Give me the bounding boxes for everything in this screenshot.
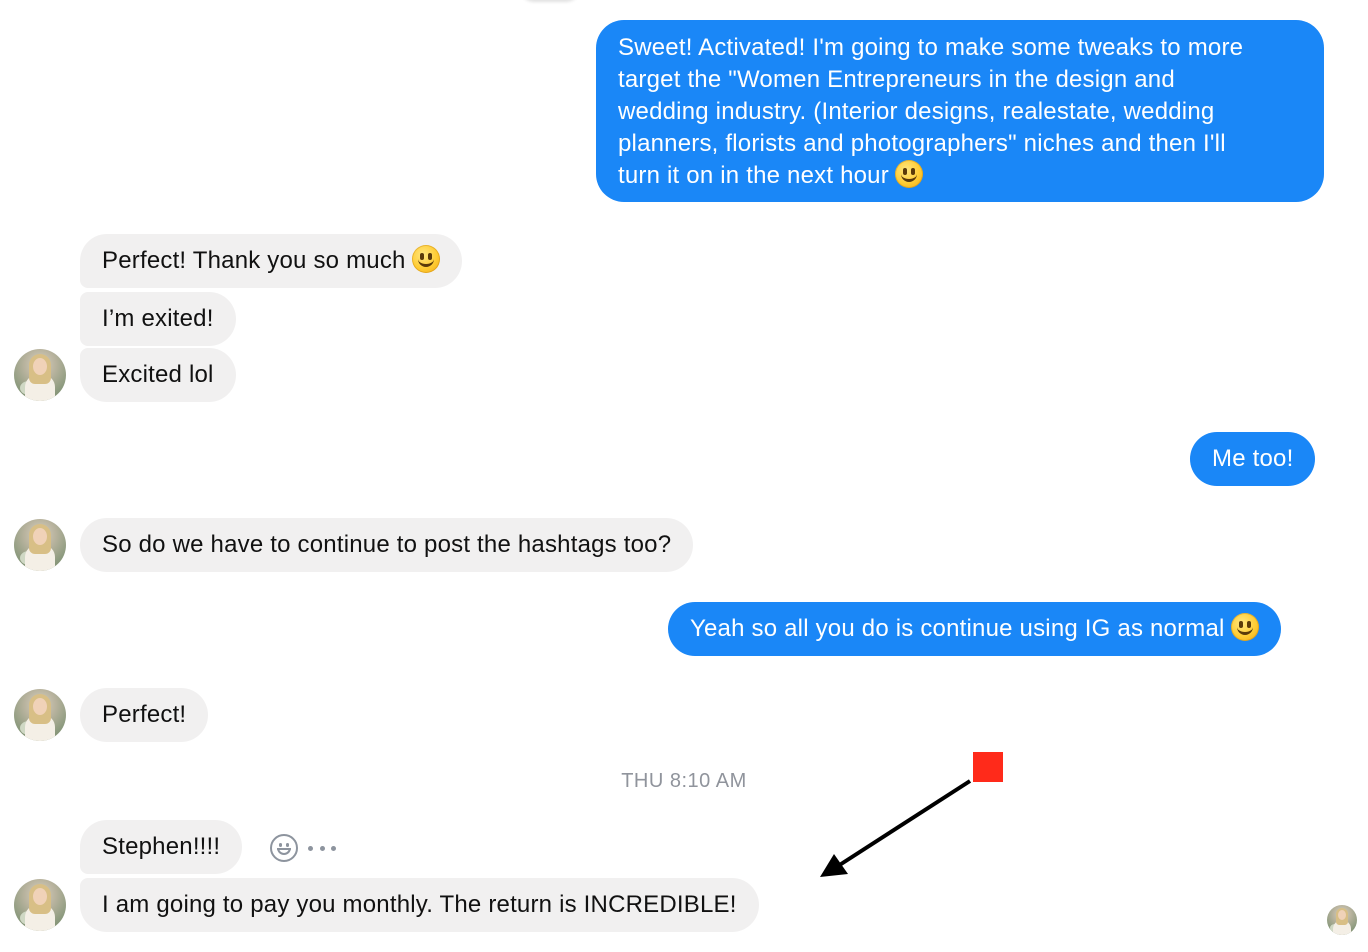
message-line: target the "Women Entrepreneurs in the d… [618,66,1175,93]
message-incoming[interactable]: I’m exited! [80,292,236,346]
seen-receipt-avatar [1327,905,1357,935]
message-incoming[interactable]: Perfect! [80,688,209,742]
timestamp-divider: THU 8:10 AM [621,770,747,792]
arrow-shaft [836,779,972,868]
message-text: I am going to pay you monthly. The retur… [102,891,737,918]
smiley-reaction-icon[interactable] [270,834,298,862]
annotation-marker [973,752,1003,782]
message-text: Yeah so all you do is continue using IG … [690,615,1225,642]
message-outgoing[interactable]: Sweet! Activated! I'm going to make some… [596,20,1324,202]
message-line: planners, florists and photographers" ni… [618,130,1226,157]
contact-avatar[interactable] [14,519,66,571]
message-text: Perfect! Thank you so much [102,247,406,274]
message-outgoing[interactable]: Yeah so all you do is continue using IG … [668,602,1281,656]
contact-avatar[interactable] [14,689,66,741]
message-incoming[interactable]: I am going to pay you monthly. The retur… [80,878,759,932]
slightly-smiling-face-icon [894,160,923,188]
message-incoming[interactable]: Stephen!!!! [80,820,243,874]
message-line: Sweet! Activated! I'm going to make some… [618,34,1244,61]
message-incoming[interactable]: Perfect! Thank you so much [80,234,462,288]
message-text: So do we have to continue to post the ha… [102,531,672,558]
message-line: turn it on in the next hour [618,162,889,189]
message-text: Stephen!!!! [102,833,221,860]
message-line: wedding industry. (Interior designs, rea… [618,98,1215,125]
contact-avatar[interactable] [14,879,66,931]
slightly-smiling-face-icon [1230,613,1259,641]
message-text: Excited lol [102,361,214,388]
more-options-icon[interactable] [308,836,336,860]
message-text: Perfect! [102,701,187,728]
message-incoming[interactable]: Excited lol [80,348,236,402]
arrow-head [820,854,848,877]
message-text: I’m exited! [102,305,214,332]
message-text: Me too! [1212,445,1294,472]
slightly-smiling-face-icon [411,245,440,273]
message-incoming[interactable]: So do we have to continue to post the ha… [80,518,694,572]
contact-avatar[interactable] [14,349,66,401]
message-outgoing[interactable]: Me too! [1190,432,1316,486]
